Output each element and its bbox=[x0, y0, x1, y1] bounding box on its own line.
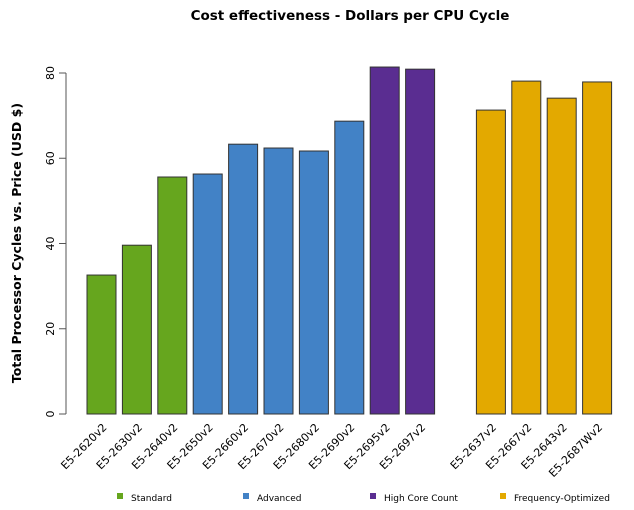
y-tick-label: 80 bbox=[44, 66, 57, 80]
y-axis: 0 20 40 60 80 bbox=[44, 66, 67, 418]
legend-swatch-standard bbox=[117, 493, 123, 499]
legend-label: Standard bbox=[131, 494, 172, 504]
bar-e5-2640v2 bbox=[157, 176, 188, 415]
bar-e5-2697v2 bbox=[405, 68, 436, 415]
bar-e5-2670v2 bbox=[263, 147, 294, 415]
x-axis-labels: E5-2620v2E5-2630v2E5-2640v2E5-2650v2E5-2… bbox=[58, 421, 605, 480]
bar-e5-2690v2 bbox=[334, 120, 365, 415]
legend-label: Advanced bbox=[257, 494, 301, 504]
legend-swatch-frequency-optimized bbox=[500, 493, 506, 499]
legend-label: High Core Count bbox=[384, 494, 458, 504]
legend: Standard Advanced High Core Count Frequency… bbox=[117, 493, 610, 504]
bar-e5-2630v2 bbox=[121, 244, 152, 415]
chart: Cost effectiveness - Dollars per CPU Cyc… bbox=[9, 8, 613, 504]
y-tick-label: 20 bbox=[44, 322, 57, 336]
bar-e5-2650v2 bbox=[192, 173, 223, 415]
chart-title: Cost effectiveness - Dollars per CPU Cyc… bbox=[191, 8, 510, 24]
legend-label: Frequency-Optimized bbox=[514, 494, 610, 504]
bar-e5-2637v2 bbox=[475, 109, 506, 415]
bar-e5-2660v2 bbox=[228, 143, 259, 415]
bar-e5-2687wv2 bbox=[582, 81, 613, 415]
y-tick-label: 0 bbox=[44, 411, 57, 418]
y-tick-label: 40 bbox=[44, 237, 57, 251]
bar-e5-2667v2 bbox=[511, 80, 542, 415]
y-tick-label: 60 bbox=[44, 151, 57, 165]
bar-e5-2643v2 bbox=[546, 97, 577, 415]
legend-swatch-advanced bbox=[243, 493, 249, 499]
legend-swatch-high-core-count bbox=[370, 493, 376, 499]
bar-e5-2695v2 bbox=[369, 66, 400, 415]
bar-e5-2620v2 bbox=[86, 274, 117, 415]
bar-e5-2680v2 bbox=[298, 150, 329, 415]
bars bbox=[86, 66, 613, 415]
y-axis-label: Total Processor Cycles vs. Price (USD $) bbox=[9, 103, 24, 383]
